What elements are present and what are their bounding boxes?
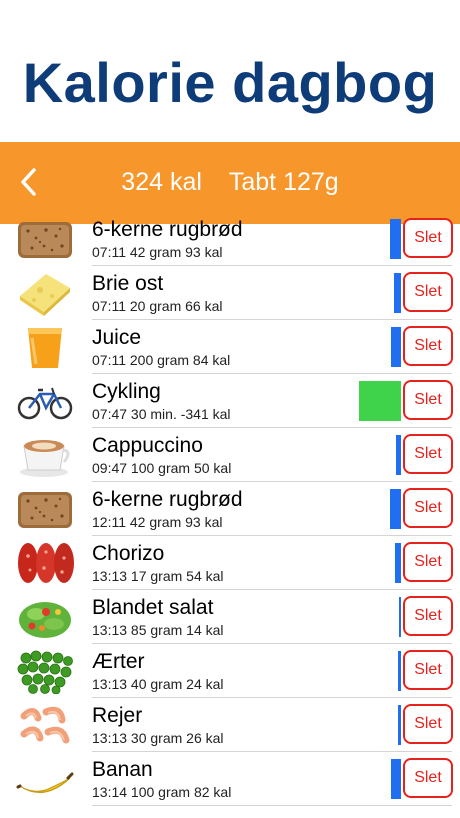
calorie-level-bar	[395, 543, 401, 583]
delete-button[interactable]: Slet	[403, 488, 453, 528]
entry-name: 6-kerne rugbrød	[92, 218, 243, 241]
entry-name: Chorizo	[92, 542, 165, 565]
diary-list: 6-kerne rugbrød 07:11 42 gram 93 kal Slet B…	[0, 212, 460, 806]
entry-detail: 13:13 85 gram 14 kal	[92, 622, 224, 638]
diary-entry-row[interactable]: Rejer 13:13 30 gram 26 kal Slet	[0, 698, 460, 752]
delete-button[interactable]: Slet	[403, 650, 453, 690]
shrimp-icon	[16, 702, 74, 748]
bicycle-icon	[16, 378, 74, 424]
entry-detail: 13:14 100 gram 82 kal	[92, 784, 232, 800]
calorie-level-bar	[399, 597, 401, 637]
diary-entry-row[interactable]: Blandet salat 13:13 85 gram 14 kal Slet	[0, 590, 460, 644]
entry-name: Rejer	[92, 704, 143, 727]
peas-icon	[16, 648, 74, 695]
entry-detail: 07:11 42 gram 93 kal	[92, 244, 223, 260]
chorizo-icon	[16, 540, 74, 586]
diary-entry-row[interactable]: Chorizo 13:13 17 gram 54 kal Slet	[0, 536, 460, 590]
diary-entry-row[interactable]: Juice 07:11 200 gram 84 kal Slet	[0, 320, 460, 374]
delete-button[interactable]: Slet	[403, 542, 453, 582]
entry-detail: 12:11 42 gram 93 kal	[92, 514, 223, 530]
entry-name: Cykling	[92, 380, 161, 403]
diary-entry-row[interactable]: Cykling 07:47 30 min. -341 kal Slet	[0, 374, 460, 428]
total-calories: 324 kal	[121, 168, 202, 196]
calorie-level-bar	[396, 435, 401, 475]
calorie-level-bar	[398, 651, 401, 691]
page-title: Kalorie dagbog	[22, 51, 438, 114]
entry-name: Banan	[92, 758, 153, 781]
rye-bread-icon	[16, 216, 74, 262]
row-divider	[92, 805, 452, 806]
entry-detail: 09:47 100 gram 50 kal	[92, 460, 232, 476]
diary-entry-row[interactable]: Brie ost 07:11 20 gram 66 kal Slet	[0, 266, 460, 320]
weight-lost: Tabt 127g	[228, 168, 339, 196]
entry-detail: 13:13 17 gram 54 kal	[92, 568, 224, 584]
calorie-level-bar	[391, 327, 401, 367]
diary-entry-row[interactable]: 6-kerne rugbrød 07:11 42 gram 93 kal Slet	[0, 212, 460, 266]
juice-icon	[16, 324, 74, 370]
entry-detail: 07:47 30 min. -341 kal	[92, 406, 231, 422]
calorie-level-bar	[390, 219, 401, 259]
diary-entry-row[interactable]: Banan 13:14 100 gram 82 kal Slet	[0, 752, 460, 806]
banana-icon	[16, 756, 74, 802]
diary-entry-row[interactable]: Ærter 13:13 40 gram 24 kal Slet	[0, 644, 460, 698]
delete-button[interactable]: Slet	[403, 596, 453, 636]
calorie-level-bar	[391, 759, 401, 799]
delete-button[interactable]: Slet	[403, 218, 453, 258]
calorie-level-bar	[359, 381, 401, 421]
diary-entry-row[interactable]: Cappuccino 09:47 100 gram 50 kal Slet	[0, 428, 460, 482]
salad-icon	[16, 594, 74, 640]
entry-detail: 07:11 20 gram 66 kal	[92, 298, 223, 314]
calorie-level-bar	[390, 489, 401, 529]
delete-button[interactable]: Slet	[403, 704, 453, 744]
calorie-level-bar	[398, 705, 401, 745]
delete-button[interactable]: Slet	[403, 326, 453, 366]
cappuccino-icon	[16, 432, 74, 478]
entry-detail: 07:11 200 gram 84 kal	[92, 352, 231, 368]
entry-name: Blandet salat	[92, 596, 214, 619]
entry-name: Juice	[92, 326, 142, 349]
entry-name: Ærter	[92, 650, 145, 673]
entry-detail: 13:13 40 gram 24 kal	[92, 676, 224, 692]
delete-button[interactable]: Slet	[403, 272, 453, 312]
delete-button[interactable]: Slet	[403, 758, 453, 798]
cheese-icon	[16, 270, 74, 316]
summary-text: 324 kal Tabt 127g	[0, 168, 460, 197]
entry-name: Brie ost	[92, 272, 164, 295]
entry-detail: 13:13 30 gram 26 kal	[92, 730, 224, 746]
delete-button[interactable]: Slet	[403, 380, 453, 420]
delete-button[interactable]: Slet	[403, 434, 453, 474]
rye-bread-icon	[16, 486, 74, 532]
entry-name: 6-kerne rugbrød	[92, 488, 243, 511]
calorie-level-bar	[394, 273, 401, 313]
entry-name: Cappuccino	[92, 434, 203, 457]
diary-entry-row[interactable]: 6-kerne rugbrød 12:11 42 gram 93 kal Slet	[0, 482, 460, 536]
